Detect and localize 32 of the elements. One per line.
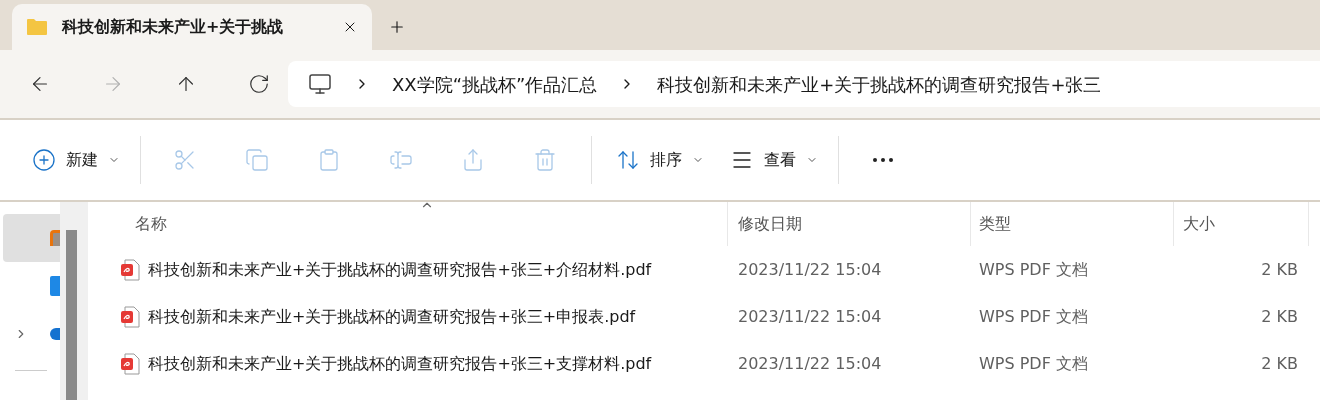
window-tab[interactable]: 科技创新和未来产业+关于挑战 (12, 4, 372, 50)
breadcrumb-item[interactable]: 科技创新和未来产业+关于挑战杯的调查研究报告+张三 (657, 70, 1102, 98)
scrollbar-thumb[interactable] (66, 230, 77, 400)
date-cell-text: 2023/11/22 15:04 (737, 258, 883, 281)
type-cell-text: WPS PDF 文档 (978, 305, 1089, 328)
column-header[interactable]: 名称 (88, 202, 728, 246)
type-cell-text: WPS PDF 文档 (978, 352, 1089, 375)
pdf-file-icon (120, 352, 140, 375)
file-name[interactable]: 科技创新和未来产业+关于挑战杯的调查研究报告+张三+支撑材料.pdf (148, 351, 652, 376)
add-icon[interactable] (388, 18, 406, 36)
address-bar[interactable]: XX学院“挑战杯”作品汇总 科技创新和未来产业+关于挑战杯的调查研究报告+张三 (288, 61, 1320, 107)
column-header[interactable]: 大小 (1174, 202, 1309, 246)
date-cell-text: 2023/11/22 15:04 (737, 352, 883, 375)
size-cell-text: 2 KB (1260, 352, 1298, 375)
pdf-file-icon (120, 305, 140, 328)
sidebar-item[interactable] (3, 214, 60, 262)
size-cell-text: 2 KB (1260, 305, 1298, 328)
tab-title: 科技创新和未来产业+关于挑战 (62, 16, 285, 38)
breadcrumb-item[interactable]: XX学院“挑战杯”作品汇总 (392, 70, 598, 98)
view-button[interactable]: 查看 (728, 140, 820, 180)
monitor-icon (308, 72, 332, 96)
date-cell-text: 2023/11/22 15:04 (737, 305, 883, 328)
type-cell-text: WPS PDF 文档 (978, 258, 1089, 281)
file-name[interactable]: 科技创新和未来产业+关于挑战杯的调查研究报告+张三+申报表.pdf (148, 304, 636, 329)
column-header[interactable]: 类型 (971, 202, 1174, 246)
new-button[interactable]: 新建 (30, 140, 122, 180)
column-header[interactable]: 修改日期 (728, 202, 971, 246)
pdf-file-icon (120, 258, 140, 281)
size-cell-text: 2 KB (1260, 258, 1298, 281)
sort-button[interactable]: 排序 (614, 140, 706, 180)
folder-icon (26, 18, 48, 36)
file-name[interactable]: 科技创新和未来产业+关于挑战杯的调查研究报告+张三+介绍材料.pdf (148, 257, 652, 282)
